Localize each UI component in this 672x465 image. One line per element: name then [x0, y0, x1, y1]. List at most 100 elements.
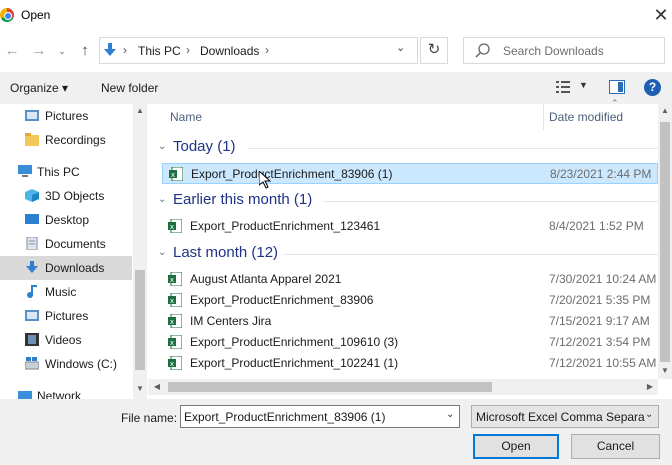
file-row[interactable]: x Export_ProductEnrichment_83906 7/20/20…: [162, 290, 658, 311]
forward-arrow-icon[interactable]: →: [29, 40, 49, 62]
scroll-up-icon[interactable]: ▲: [658, 106, 672, 115]
file-name: Export_ProductEnrichment_109610 (3): [190, 335, 399, 349]
file-type-dropdown-icon[interactable]: ⌄: [645, 409, 653, 420]
file-date: 7/20/2021 5:35 PM: [549, 293, 651, 307]
mouse-cursor-icon: [259, 171, 271, 189]
sidebar-item-windows-c[interactable]: Windows (C:): [0, 352, 132, 376]
sidebar-item-network[interactable]: Network: [0, 384, 132, 399]
excel-csv-icon: x: [168, 219, 182, 233]
sidebar-item-label: Windows (C:): [45, 357, 118, 371]
file-name-label: File name:: [121, 411, 178, 425]
breadcrumb-chevron-icon[interactable]: ›: [265, 43, 269, 57]
group-divider: [323, 201, 658, 202]
column-header-date-modified[interactable]: Date modified: [549, 110, 623, 124]
computer-icon: [18, 165, 32, 177]
drive-icon: [25, 357, 39, 370]
search-placeholder[interactable]: Search Downloads: [503, 44, 604, 58]
sidebar-scroll-thumb[interactable]: [135, 270, 145, 370]
file-name: Export_ProductEnrichment_83906 (1): [191, 167, 393, 181]
column-divider[interactable]: [543, 104, 544, 130]
svg-text:x: x: [170, 223, 174, 231]
breadcrumb-chevron-icon[interactable]: ›: [123, 43, 127, 57]
breadcrumb-chevron-icon[interactable]: ›: [186, 43, 190, 57]
sidebar-item-recordings[interactable]: Recordings: [0, 128, 132, 152]
sidebar-item-documents[interactable]: Documents: [0, 232, 132, 256]
view-options-icon[interactable]: [556, 81, 570, 93]
file-name-input[interactable]: Export_ProductEnrichment_83906 (1): [180, 405, 460, 428]
scroll-up-icon[interactable]: ▲: [133, 106, 147, 115]
window-title: Open: [21, 8, 51, 22]
svg-text:x: x: [170, 297, 174, 305]
sidebar-item-label: Downloads: [45, 261, 105, 275]
horizontal-scroll-thumb[interactable]: [168, 382, 492, 392]
downloads-icon: [26, 261, 38, 273]
file-row[interactable]: x Export_ProductEnrichment_123461 8/4/20…: [162, 216, 658, 237]
excel-csv-icon: x: [168, 356, 182, 370]
file-name: IM Centers Jira: [190, 314, 272, 328]
recent-locations-chevron-icon[interactable]: ⌄: [52, 40, 72, 62]
cancel-button[interactable]: Cancel: [571, 434, 660, 459]
file-name-dropdown-icon[interactable]: ⌄: [446, 409, 454, 420]
column-header-name[interactable]: Name: [170, 110, 202, 124]
music-icon: [27, 285, 37, 298]
back-arrow-icon[interactable]: ←: [2, 40, 22, 62]
breadcrumb-downloads[interactable]: Downloads: [200, 44, 259, 58]
collapse-chevron-icon[interactable]: ⌄: [158, 247, 166, 258]
sidebar-item-label: This PC: [37, 165, 80, 179]
organize-menu-button[interactable]: Organize ▾: [10, 81, 68, 95]
scroll-left-icon[interactable]: ◀: [150, 382, 164, 391]
open-button[interactable]: Open: [473, 434, 559, 459]
sidebar-item-downloads[interactable]: Downloads: [0, 256, 132, 280]
file-name: August Atlanta Apparel 2021: [190, 272, 342, 286]
close-icon[interactable]: ✕: [650, 4, 672, 28]
up-arrow-icon[interactable]: ↑: [75, 40, 95, 62]
collapse-chevron-icon[interactable]: ⌄: [158, 141, 166, 152]
scroll-down-icon[interactable]: ▼: [133, 384, 147, 393]
file-date: 8/4/2021 1:52 PM: [549, 219, 644, 233]
file-name: Export_ProductEnrichment_83906: [190, 293, 374, 307]
preview-pane-icon[interactable]: [609, 80, 625, 94]
sidebar-item-pictures-2[interactable]: Pictures: [0, 304, 132, 328]
file-name: Export_ProductEnrichment_123461: [190, 219, 381, 233]
file-type-select[interactable]: Microsoft Excel Comma Separa: [471, 405, 659, 428]
scroll-right-icon[interactable]: ▶: [643, 382, 657, 391]
address-dropdown-icon[interactable]: ⌄: [396, 41, 405, 54]
sidebar-item-label: Network: [37, 389, 82, 399]
file-row[interactable]: x IM Centers Jira 7/15/2021 9:17 AM: [162, 311, 658, 332]
title-bar: [0, 0, 672, 32]
sidebar-item-label: Videos: [45, 333, 82, 347]
group-header-last-month[interactable]: ⌄ Last month (12): [158, 244, 658, 264]
collapse-chevron-icon[interactable]: ⌄: [158, 194, 166, 205]
svg-text:x: x: [170, 318, 174, 326]
new-folder-button[interactable]: New folder: [101, 81, 158, 95]
group-header-earlier-this-month[interactable]: ⌄ Earlier this month (1): [158, 191, 658, 211]
sort-caret-icon: ⌃: [611, 98, 619, 108]
breadcrumb-this-pc[interactable]: This PC: [138, 44, 181, 58]
sidebar-item-music[interactable]: Music: [0, 280, 132, 304]
sidebar-item-desktop[interactable]: Desktop: [0, 208, 132, 232]
sidebar-item-label: Recordings: [45, 133, 106, 147]
refresh-button[interactable]: ↻: [420, 37, 448, 64]
sidebar-item-label: Pictures: [45, 309, 89, 323]
view-dropdown-icon[interactable]: ▼: [579, 80, 588, 90]
folder-icon: [25, 133, 39, 146]
file-row[interactable]: x Export_ProductEnrichment_102241 (1) 7/…: [162, 353, 658, 374]
sidebar-item-videos[interactable]: Videos: [0, 328, 132, 352]
file-row[interactable]: x August Atlanta Apparel 2021 7/30/2021 …: [162, 269, 658, 290]
sidebar-item-3d-objects[interactable]: 3D Objects: [0, 184, 132, 208]
help-icon[interactable]: ?: [644, 79, 661, 96]
sidebar-item-label: Music: [45, 285, 77, 299]
navigation-pane: Pictures Recordings This PC 3D Objects D…: [0, 104, 148, 399]
file-name: Export_ProductEnrichment_102241 (1): [190, 356, 399, 370]
sidebar-item-pictures[interactable]: Pictures: [0, 104, 132, 128]
group-divider: [283, 254, 658, 255]
vertical-scroll-thumb[interactable]: [660, 122, 670, 362]
group-header-today[interactable]: ⌄ Today (1): [158, 138, 658, 158]
sidebar-item-this-pc[interactable]: This PC: [0, 160, 132, 184]
svg-text:x: x: [170, 360, 174, 368]
file-row[interactable]: x Export_ProductEnrichment_109610 (3) 7/…: [162, 332, 658, 353]
file-date: 7/12/2021 10:55 AM: [549, 356, 657, 370]
file-row[interactable]: x Export_ProductEnrichment_83906 (1) 8/2…: [162, 163, 658, 184]
group-divider: [248, 148, 658, 149]
scroll-down-icon[interactable]: ▼: [658, 366, 672, 375]
